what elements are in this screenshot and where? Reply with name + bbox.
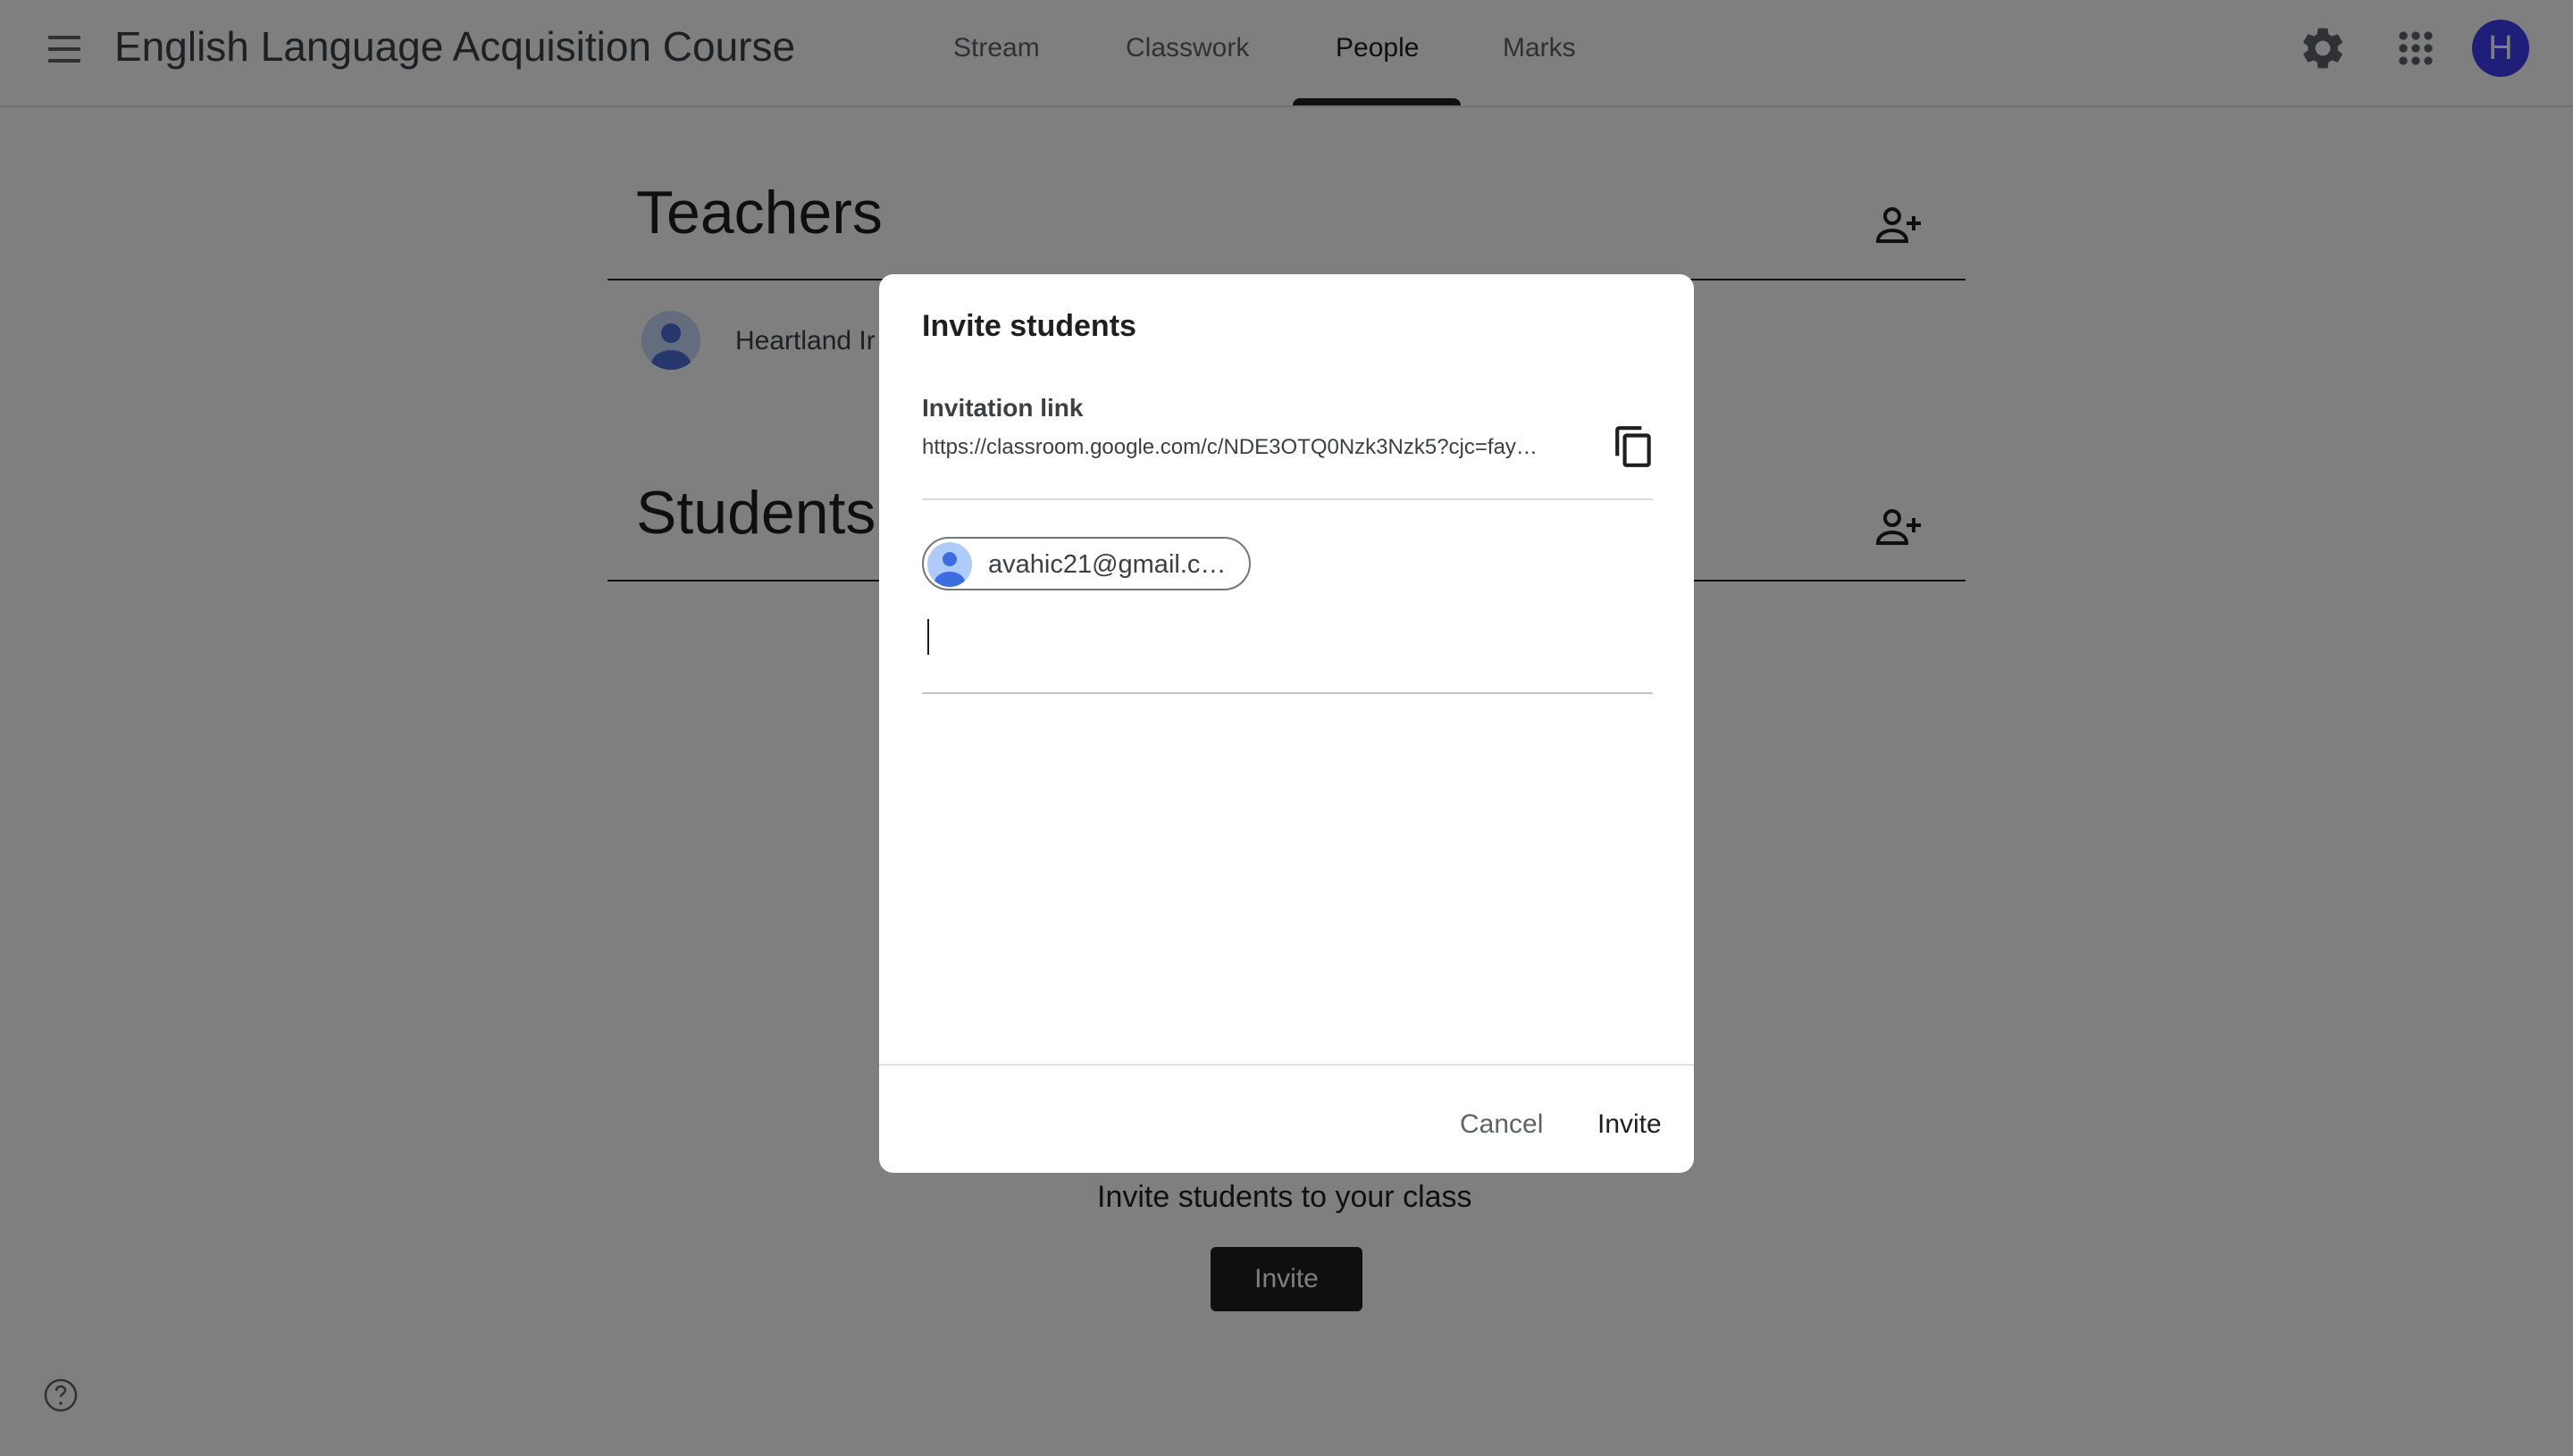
invitation-link-label: Invitation link [922, 394, 1084, 422]
copy-icon [1615, 426, 1651, 467]
chip-avatar [927, 542, 972, 587]
cancel-button[interactable]: Cancel [1460, 1107, 1543, 1142]
dialog-footer-divider [879, 1064, 1694, 1066]
chip-email: avahic21@gmail.c… [988, 550, 1227, 579]
text-cursor [927, 619, 929, 655]
confirm-invite-button[interactable]: Invite [1597, 1107, 1662, 1142]
copy-link-button[interactable] [1612, 424, 1656, 469]
link-divider [922, 498, 1653, 500]
recipient-chip[interactable]: avahic21@gmail.c… [922, 537, 1251, 590]
dialog-title: Invite students [922, 309, 1136, 343]
email-input[interactable] [922, 605, 1653, 694]
invite-students-dialog: Invite students Invitation link https://… [879, 274, 1694, 1173]
invitation-link-url: https://classroom.google.com/c/NDE3OTQ0N… [922, 435, 1538, 459]
person-silhouette-icon [934, 552, 965, 587]
